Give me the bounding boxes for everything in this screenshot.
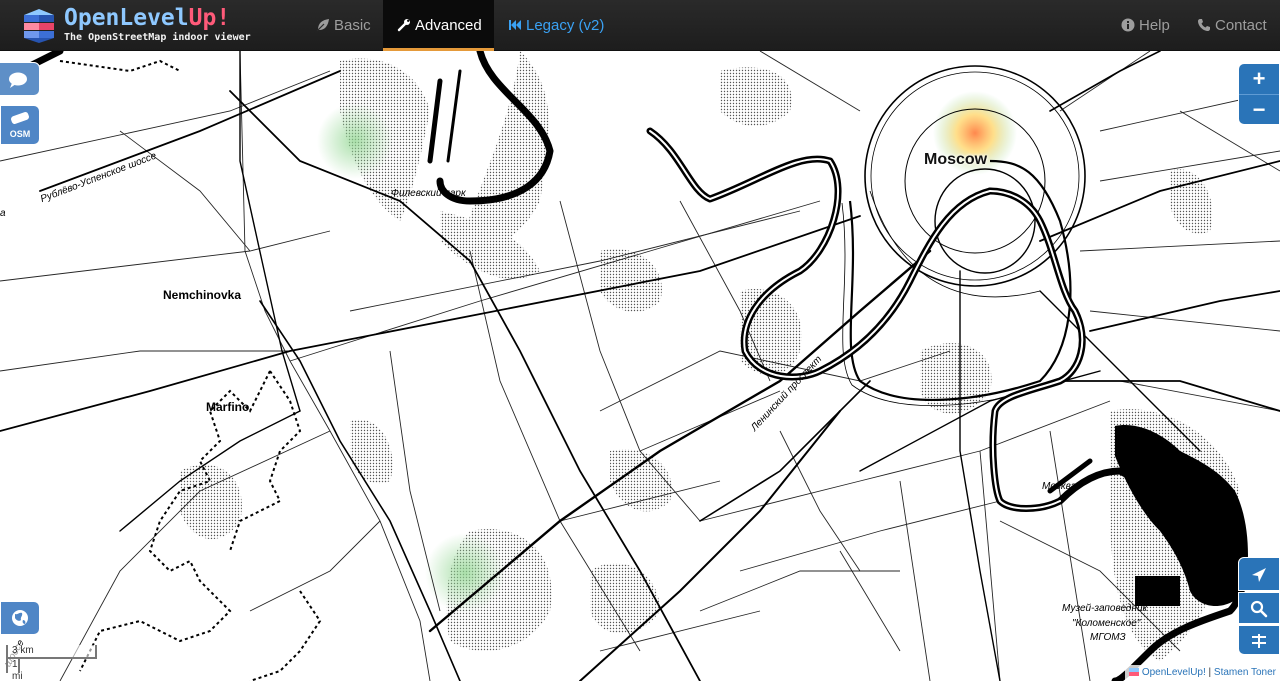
scale-bar: 3 km 1 mi bbox=[6, 641, 98, 681]
search-button[interactable] bbox=[1238, 592, 1280, 624]
label-museum-line3: МГОМЗ bbox=[1090, 632, 1126, 643]
map-attribution: OpenLevelUp! | Stamen Toner bbox=[1125, 665, 1280, 681]
brand-name: OpenLevelUp! bbox=[64, 5, 230, 31]
label-museum-line2: "Коломенское" bbox=[1072, 618, 1141, 629]
brand-name-part2: Up! bbox=[188, 5, 231, 31]
comment-icon bbox=[9, 72, 27, 88]
basemap-switch-button[interactable] bbox=[0, 601, 40, 635]
leaf-icon bbox=[316, 19, 329, 32]
search-icon bbox=[1250, 600, 1268, 618]
label-filevsky-park: Филевский парк bbox=[391, 188, 466, 199]
zoom-in-button[interactable]: + bbox=[1239, 64, 1279, 94]
tab-legacy[interactable]: Legacy (v2) bbox=[508, 0, 604, 51]
scale-mi: 1 mi bbox=[6, 657, 23, 681]
flag-icon bbox=[1129, 668, 1140, 676]
levels-icon bbox=[1252, 634, 1266, 648]
contact-link-label: Contact bbox=[1215, 17, 1267, 34]
fast-backward-icon bbox=[509, 20, 521, 30]
label-marfino: Marfino bbox=[206, 400, 250, 414]
map-tiles bbox=[0, 51, 1280, 681]
help-link[interactable]: Help bbox=[1121, 0, 1170, 51]
osm-edit-label: OSM bbox=[9, 129, 31, 139]
tab-legacy-label: Legacy (v2) bbox=[526, 17, 605, 34]
tab-basic-label: Basic bbox=[334, 17, 371, 34]
map-canvas[interactable]: Moscow Nemchinovka Marfino Филевский пар… bbox=[0, 51, 1280, 681]
locate-me-button[interactable] bbox=[1238, 557, 1280, 591]
label-edge-fragment: a bbox=[0, 208, 6, 219]
heat-spot-fili bbox=[317, 103, 393, 179]
level-selector-button[interactable] bbox=[1238, 625, 1280, 655]
phone-icon bbox=[1198, 19, 1210, 31]
location-arrow-icon bbox=[1252, 568, 1266, 582]
tab-basic[interactable]: Basic bbox=[316, 0, 371, 51]
tab-advanced-label: Advanced bbox=[415, 17, 482, 34]
openlevelup-attribution-link[interactable]: OpenLevelUp! bbox=[1142, 667, 1206, 678]
brand-home-link[interactable]: OpenLevelUp! The OpenStreetMap indoor vi… bbox=[22, 5, 292, 47]
label-nemchinovka: Nemchinovka bbox=[163, 288, 242, 302]
brand-name-part1: OpenLevel bbox=[64, 5, 189, 31]
notes-toggle-button[interactable] bbox=[0, 62, 40, 96]
levels-logo-icon bbox=[24, 9, 54, 43]
label-museum-line1: Музей-заповедник bbox=[1062, 603, 1148, 614]
tab-advanced[interactable]: Advanced bbox=[383, 0, 494, 51]
label-moscow: Moscow bbox=[924, 151, 988, 168]
eraser-icon bbox=[11, 112, 29, 124]
osm-edit-button[interactable]: OSM bbox=[0, 105, 40, 145]
stamen-attribution-link[interactable]: Stamen Toner bbox=[1214, 667, 1276, 678]
attribution-separator: | bbox=[1205, 667, 1214, 678]
wrench-icon bbox=[397, 19, 410, 32]
globe-icon bbox=[12, 610, 28, 626]
administrative-boundaries bbox=[59, 59, 322, 681]
zoom-control: + − bbox=[1238, 63, 1280, 125]
label-moskva-river: Москва bbox=[1042, 481, 1077, 492]
top-navbar: OpenLevelUp! The OpenStreetMap indoor vi… bbox=[0, 0, 1280, 51]
zoom-out-button[interactable]: − bbox=[1239, 94, 1279, 124]
info-circle-icon bbox=[1121, 18, 1135, 32]
contact-link[interactable]: Contact bbox=[1197, 0, 1267, 51]
help-link-label: Help bbox=[1139, 17, 1170, 34]
brand-subtitle: The OpenStreetMap indoor viewer bbox=[64, 32, 251, 43]
